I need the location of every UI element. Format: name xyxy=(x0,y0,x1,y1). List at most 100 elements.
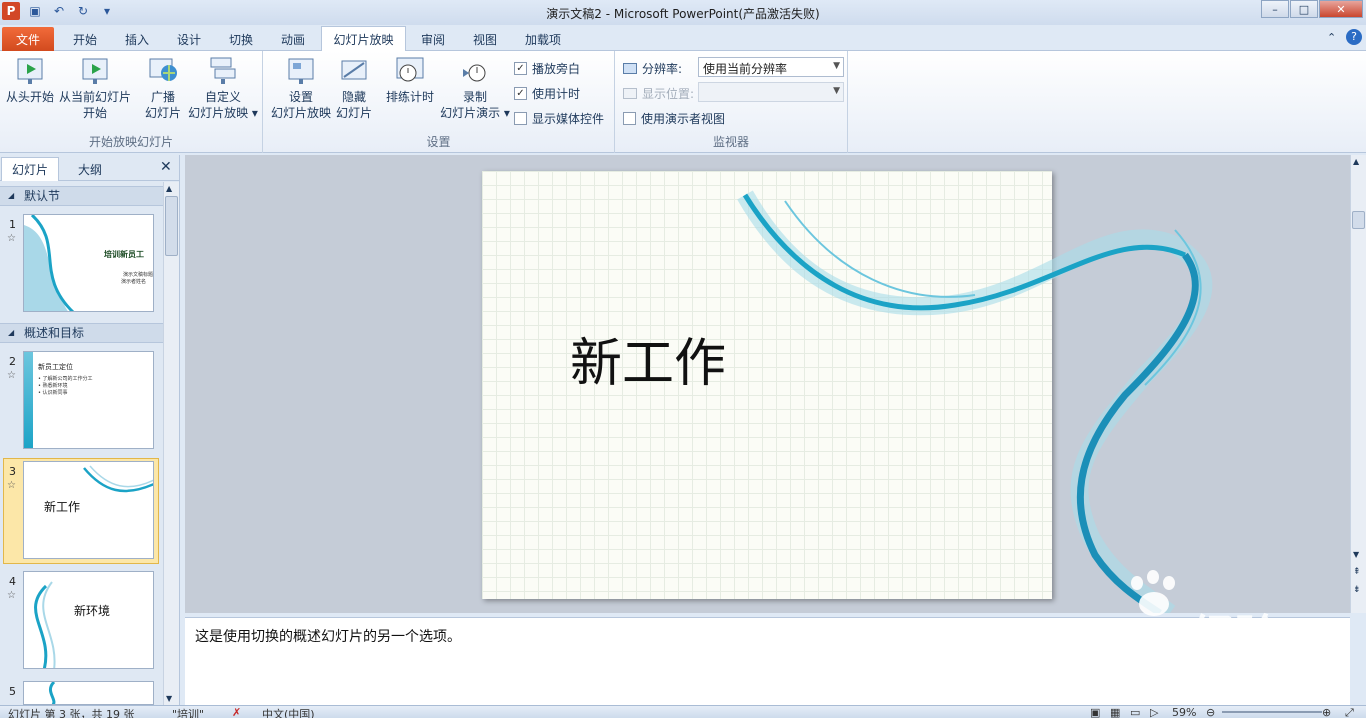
scrollbar-thumb[interactable] xyxy=(165,196,178,256)
thumb-accent-bar xyxy=(24,352,33,448)
slide-thumbnail-1[interactable]: 培训新员工 演示文稿标题 演示者姓名 xyxy=(23,214,154,312)
custom-slideshow-label-2: 幻灯片放映 ▾ xyxy=(188,106,258,120)
zoom-level[interactable]: 59% xyxy=(1172,706,1196,718)
tab-review[interactable]: 审阅 xyxy=(410,27,456,51)
slide-thumbnail-3[interactable]: 新工作 xyxy=(23,461,154,559)
normal-view-icon[interactable]: ▣ xyxy=(1090,706,1100,718)
broadcast-globe-icon xyxy=(149,58,177,81)
checkbox-checked-icon: ✓ xyxy=(514,87,527,100)
scroll-down-icon[interactable]: ▼ xyxy=(166,694,172,703)
thumb-bullet-text: 熟悉新环境 xyxy=(42,383,68,389)
theme-status[interactable]: "培训" xyxy=(172,706,204,718)
resolution-select[interactable]: 使用当前分辨率 ▼ xyxy=(698,57,844,77)
slide-thumbnail-2[interactable]: 新员工定位 • 了解新公司的工作分工 • 熟悉新环境 • 认识新同事 xyxy=(23,351,154,449)
section-header-overview[interactable]: ◢ 概述和目标 xyxy=(0,323,163,343)
rehearse-label: 排练计时 xyxy=(385,90,434,104)
slideshow-view-icon[interactable]: ▷ xyxy=(1150,706,1158,718)
show-media-controls-checkbox[interactable]: 显示媒体控件 xyxy=(514,110,604,127)
powerpoint-window: P ▣ ↶ ↻ ▾ 演示文稿2 - Microsoft PowerPoint(产… xyxy=(0,0,1366,718)
slide-number: 1 xyxy=(9,218,16,231)
hide-slide-icon xyxy=(341,60,367,80)
tab-view[interactable]: 视图 xyxy=(462,27,508,51)
play-narrations-label: 播放旁白 xyxy=(532,62,581,76)
scrollbar-thumb[interactable] xyxy=(1352,211,1365,229)
hide-slide-button[interactable]: 隐藏 幻灯片 xyxy=(333,55,375,121)
stopwatch-icon xyxy=(396,57,424,82)
custom-slideshow-text: 幻灯片放映 xyxy=(188,106,249,120)
zoom-out-icon[interactable]: ⊖ xyxy=(1206,706,1215,718)
section-label: 概述和目标 xyxy=(24,326,85,340)
setup-slideshow-icon xyxy=(288,58,314,84)
watermark-url: jingyan.baidu.com xyxy=(1050,656,1272,684)
from-beginning-label: 从头开始 xyxy=(5,90,54,104)
tab-slideshow[interactable]: 幻灯片放映 xyxy=(321,26,406,52)
transition-star-icon: ☆ xyxy=(7,480,16,491)
tab-outline[interactable]: 大纲 xyxy=(62,157,118,181)
presenter-view-checkbox[interactable]: 使用演示者视图 xyxy=(623,110,725,127)
slide-number: 2 xyxy=(9,355,16,368)
thumb-bullets: • 了解新公司的工作分工 • 熟悉新环境 • 认识新同事 xyxy=(38,376,93,397)
rehearse-timings-button[interactable]: 排练计时 xyxy=(381,55,439,105)
broadcast-button[interactable]: 广播 幻灯片 xyxy=(140,55,186,121)
resolution-label-row: 分辨率: xyxy=(623,60,682,77)
help-icon[interactable]: ? xyxy=(1346,29,1362,45)
tab-insert[interactable]: 插入 xyxy=(114,27,160,51)
play-narrations-checkbox[interactable]: ✓ 播放旁白 xyxy=(514,60,580,77)
scroll-down-icon[interactable]: ▼ xyxy=(1353,550,1359,559)
play-from-current-icon xyxy=(82,58,108,84)
scroll-up-icon[interactable]: ▲ xyxy=(1353,157,1359,166)
close-button[interactable]: ✕ xyxy=(1319,0,1363,18)
transition-star-icon: ☆ xyxy=(7,590,16,601)
record-slideshow-button[interactable]: 录制 幻灯片演示 ▾ xyxy=(439,55,511,121)
fit-to-window-icon[interactable]: ⤢ xyxy=(1345,706,1354,718)
thumb-bullet: • 熟悉新环境 xyxy=(38,383,68,389)
display-on-label: 显示位置: xyxy=(642,87,695,101)
close-pane-icon[interactable]: ✕ xyxy=(160,159,172,175)
custom-slideshow-icon xyxy=(210,57,236,84)
pane-tabs: 幻灯片 大纲 ✕ xyxy=(0,155,180,181)
slide-swoosh-graphic xyxy=(737,190,1213,613)
tab-transitions[interactable]: 切换 xyxy=(218,27,264,51)
language-status[interactable]: 中文(中国) xyxy=(262,706,315,718)
thumb-title: 新环境 xyxy=(74,604,111,618)
tab-slides[interactable]: 幻灯片 xyxy=(1,157,59,181)
previous-slide-icon[interactable]: ⇞ xyxy=(1353,567,1361,577)
slide-number: 4 xyxy=(9,575,16,588)
use-timings-checkbox[interactable]: ✓ 使用计时 xyxy=(514,85,580,102)
custom-slideshow-button[interactable]: 自定义 幻灯片放映 ▾ xyxy=(186,55,260,121)
from-beginning-button[interactable]: 从头开始 xyxy=(4,55,56,105)
tab-design[interactable]: 设计 xyxy=(166,27,212,51)
maximize-button[interactable]: □ xyxy=(1290,0,1318,18)
dropdown-arrow-icon: ▼ xyxy=(833,61,840,71)
reading-view-icon[interactable]: ▭ xyxy=(1130,706,1140,718)
slide-thumbnail-4[interactable]: 新环境 xyxy=(23,571,154,669)
spelling-icon[interactable]: ✗ xyxy=(232,706,241,718)
next-slide-icon[interactable]: ⇟ xyxy=(1353,585,1361,595)
ribbon-tabs: 文件 开始 插入 设计 切换 动画 幻灯片放映 审阅 视图 加载项 ⌃ ? xyxy=(0,25,1366,52)
zoom-in-icon[interactable]: ⊕ xyxy=(1322,706,1331,718)
group-label-start: 开始放映幻灯片 xyxy=(88,135,173,149)
slide-sorter-icon[interactable]: ▦ xyxy=(1110,706,1120,718)
presenter-view-label: 使用演示者视图 xyxy=(641,112,726,126)
minimize-button[interactable]: – xyxy=(1261,0,1289,18)
scroll-up-icon[interactable]: ▲ xyxy=(166,184,172,193)
tab-addins[interactable]: 加载项 xyxy=(514,27,572,51)
canvas-scrollbar[interactable]: ▲ ▼ ⇞ ⇟ xyxy=(1350,155,1366,613)
hide-slide-label: 隐藏 xyxy=(341,90,366,104)
slides-pane-scrollbar[interactable]: ▲ ▼ xyxy=(163,182,179,705)
minimize-ribbon-icon[interactable]: ⌃ xyxy=(1327,31,1336,44)
monitor-disabled-icon xyxy=(623,88,637,99)
record-icon xyxy=(463,64,486,82)
tab-file[interactable]: 文件 xyxy=(2,27,54,51)
zoom-slider[interactable] xyxy=(1222,711,1322,713)
setup-slideshow-button[interactable]: 设置 幻灯片放映 xyxy=(269,55,333,121)
slide-count-status: 幻灯片 第 3 张，共 19 张 xyxy=(8,708,135,718)
use-timings-label: 使用计时 xyxy=(532,87,581,101)
from-current-button[interactable]: 从当前幻灯片 开始 xyxy=(58,55,132,121)
section-header-default[interactable]: ◢ 默认节 xyxy=(0,186,163,206)
tab-animations[interactable]: 动画 xyxy=(270,27,316,51)
slide-thumbnail-5[interactable] xyxy=(23,681,154,705)
notes-text[interactable]: 这是使用切换的概述幻灯片的另一个选项。 xyxy=(195,626,461,646)
tab-home[interactable]: 开始 xyxy=(62,27,108,51)
ribbon: 从头开始 从当前幻灯片 开始 广播 幻灯片 自定义 幻灯片放映 ▾ 开始放映幻灯… xyxy=(0,51,1366,153)
